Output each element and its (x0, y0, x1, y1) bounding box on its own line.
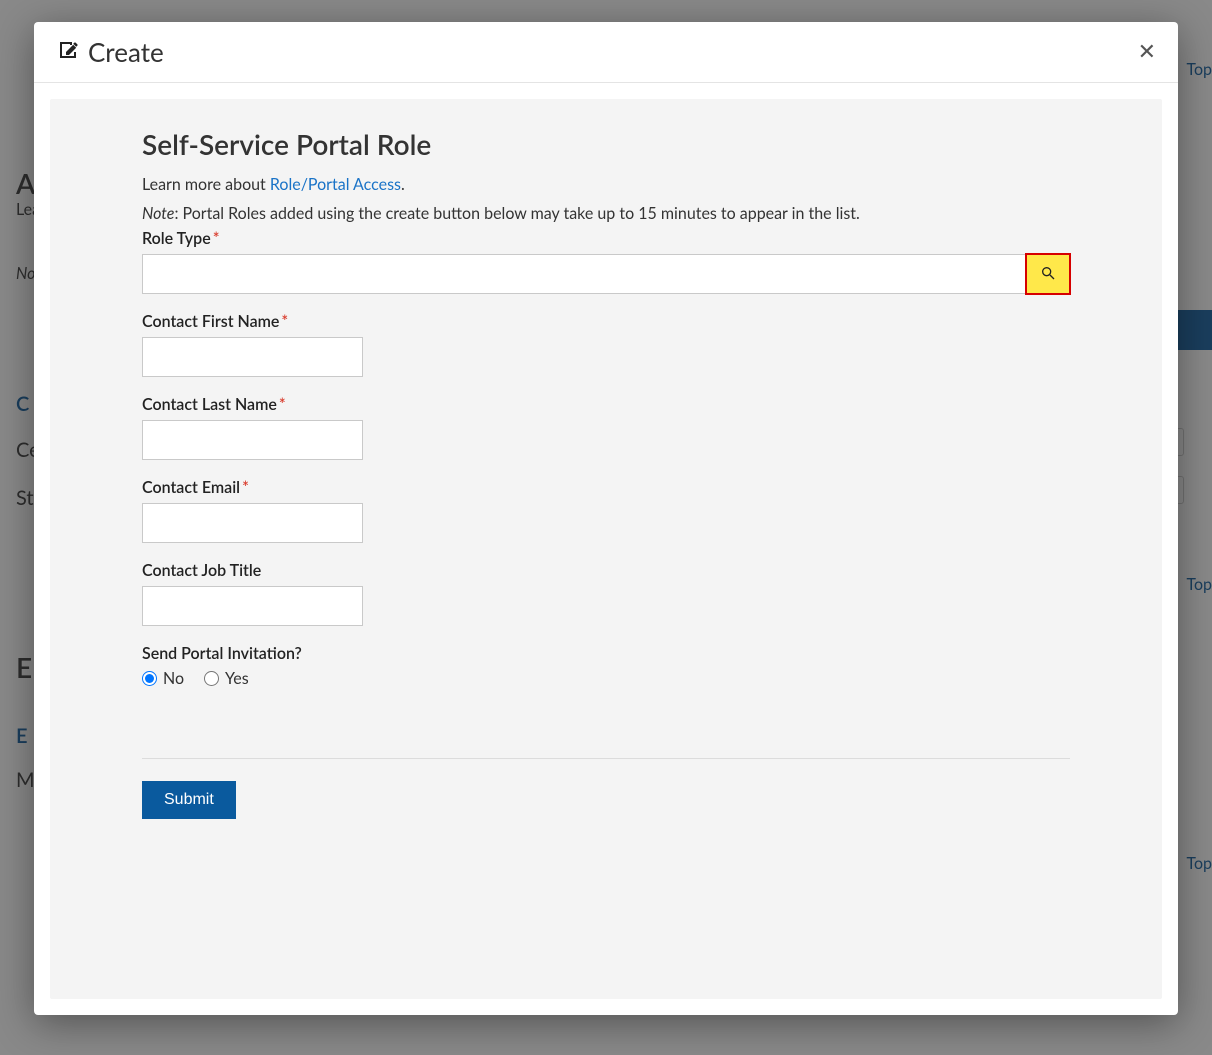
note-body: : Portal Roles added using the create bu… (174, 204, 859, 223)
note-label: Note (142, 204, 174, 223)
field-email: Contact Email* (142, 478, 1070, 543)
label-email: Contact Email* (142, 478, 1070, 497)
field-first-name: Contact First Name* (142, 312, 1070, 377)
create-modal: Create ✕ Self-Service Portal Role Learn … (34, 22, 1178, 1015)
label-job-title: Contact Job Title (142, 561, 1070, 580)
edit-icon (56, 36, 80, 68)
email-input[interactable] (142, 503, 363, 543)
search-icon (1040, 265, 1056, 284)
close-icon: ✕ (1138, 39, 1156, 64)
field-job-title: Contact Job Title (142, 561, 1070, 626)
job-title-input[interactable] (142, 586, 363, 626)
close-button[interactable]: ✕ (1138, 39, 1156, 65)
form-heading: Self-Service Portal Role (142, 127, 1070, 161)
radio-no-label: No (163, 669, 184, 688)
intro-text: Learn more about Role/Portal Access. (142, 175, 1070, 194)
field-invitation: Send Portal Invitation? No Yes (142, 644, 1070, 688)
field-last-name: Contact Last Name* (142, 395, 1070, 460)
role-type-input[interactable] (142, 254, 1026, 294)
modal-body: Self-Service Portal Role Learn more abou… (34, 83, 1178, 1015)
radio-option-yes[interactable]: Yes (204, 669, 249, 688)
label-role-type: Role Type* (142, 229, 1070, 248)
last-name-input[interactable] (142, 420, 363, 460)
modal-title-text: Create (88, 36, 164, 68)
submit-button[interactable]: Submit (142, 781, 236, 819)
label-first-name: Contact First Name* (142, 312, 1070, 331)
label-invitation: Send Portal Invitation? (142, 644, 1070, 663)
label-text: Role Type (142, 229, 211, 248)
modal-title: Create (56, 36, 164, 68)
intro-prefix: Learn more about (142, 175, 270, 194)
form-card: Self-Service Portal Role Learn more abou… (50, 99, 1162, 999)
label-text: Contact Email (142, 478, 240, 497)
role-type-search-button[interactable] (1026, 254, 1070, 294)
first-name-input[interactable] (142, 337, 363, 377)
field-role-type: Role Type* (142, 229, 1070, 294)
radio-option-no[interactable]: No (142, 669, 184, 688)
required-asterisk: * (213, 229, 220, 248)
required-asterisk: * (281, 312, 288, 331)
intro-suffix: . (401, 175, 405, 194)
required-asterisk: * (242, 478, 249, 497)
radio-no[interactable] (142, 671, 157, 686)
modal-header: Create ✕ (34, 22, 1178, 83)
radio-yes[interactable] (204, 671, 219, 686)
role-portal-access-link[interactable]: Role/Portal Access (270, 175, 401, 194)
note-text: Note: Portal Roles added using the creat… (142, 204, 1070, 223)
label-text: Contact Last Name (142, 395, 277, 414)
label-text: Contact First Name (142, 312, 279, 331)
label-text: Contact Job Title (142, 561, 261, 580)
label-last-name: Contact Last Name* (142, 395, 1070, 414)
radio-yes-label: Yes (225, 669, 249, 688)
form-divider (142, 758, 1070, 759)
required-asterisk: * (279, 395, 286, 414)
